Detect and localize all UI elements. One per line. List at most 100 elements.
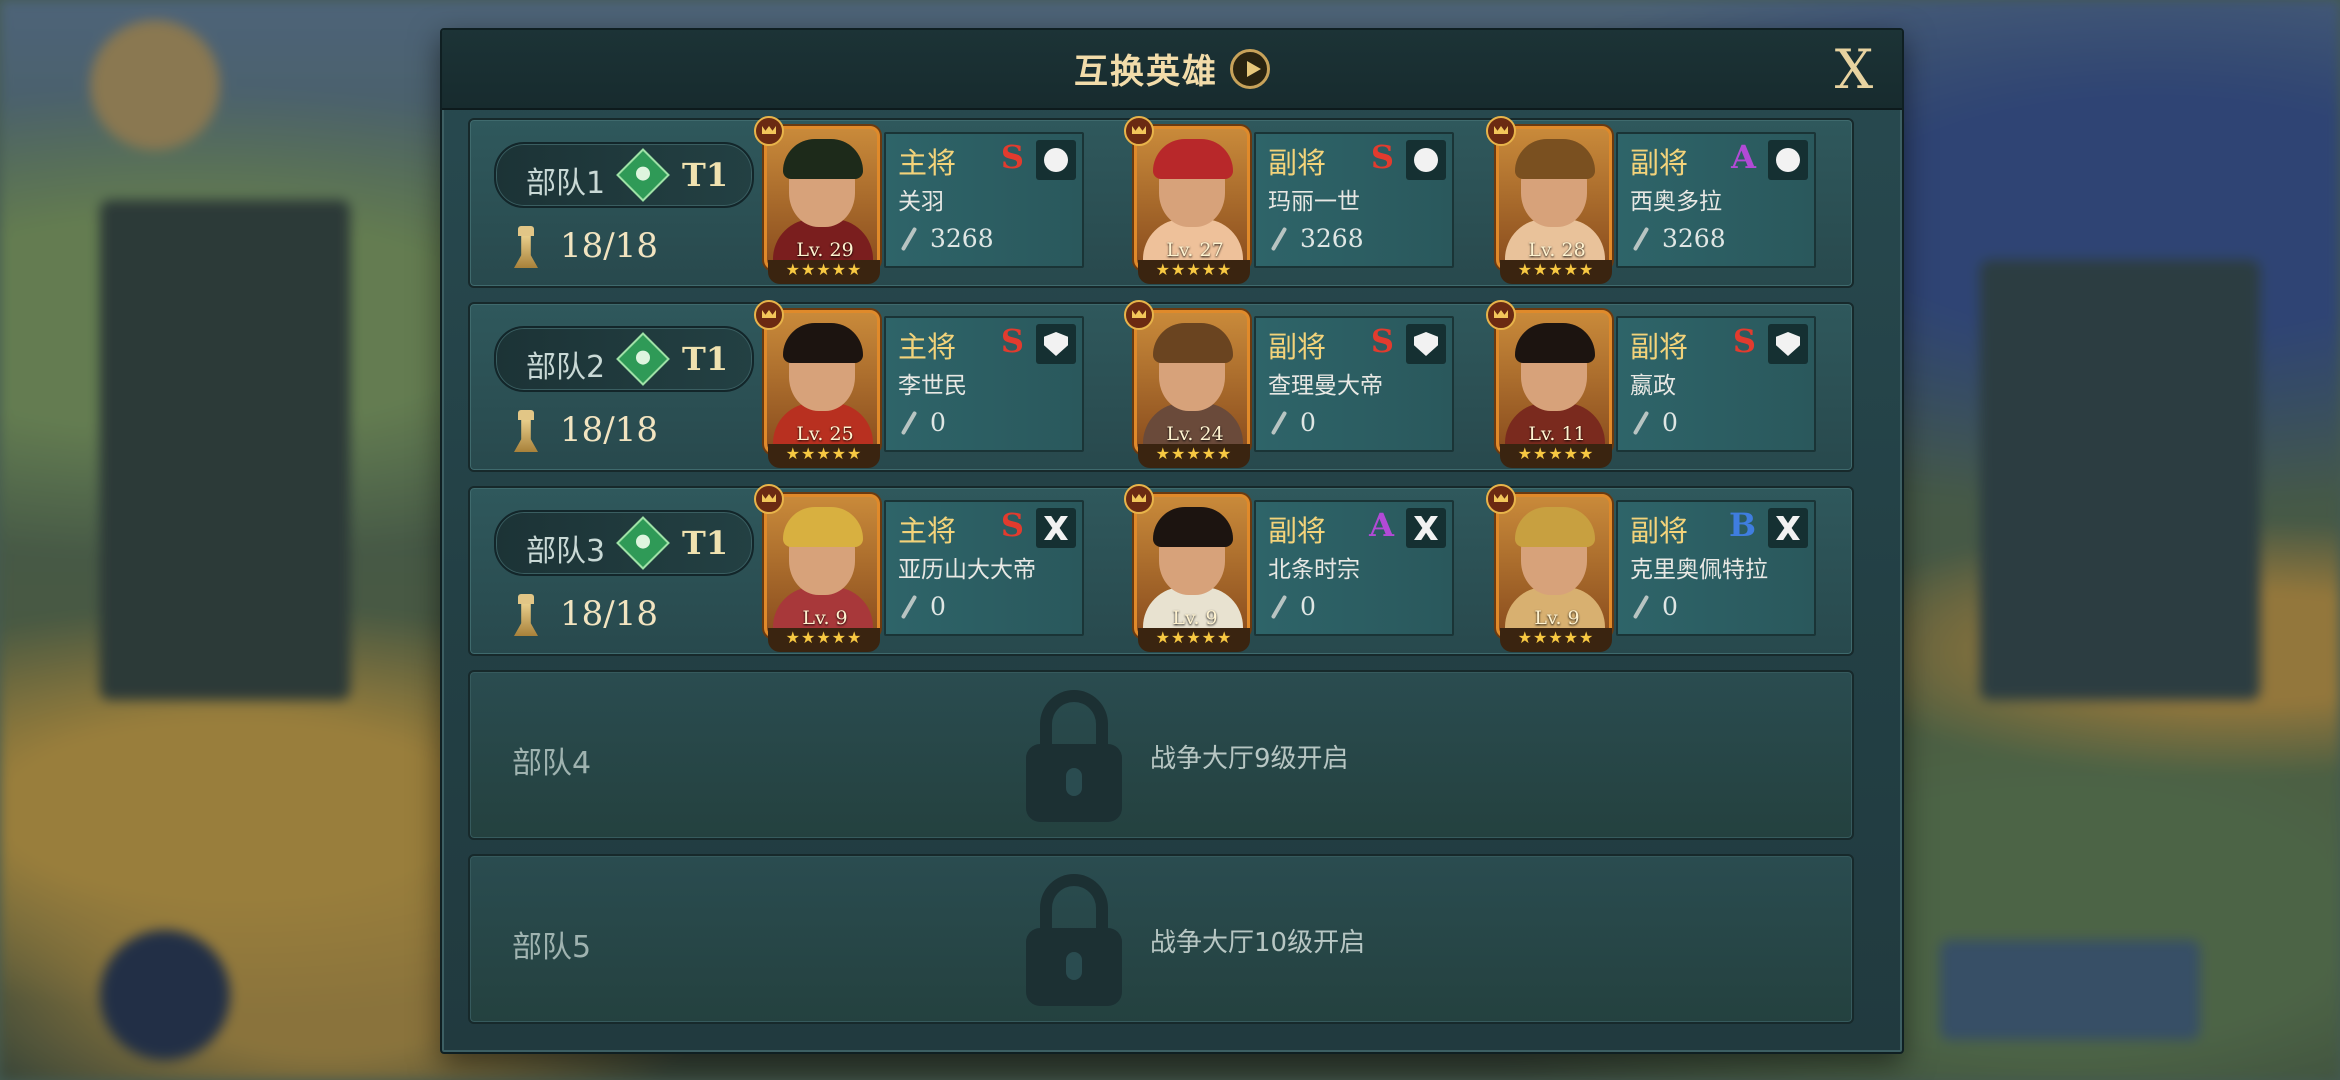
hero-card[interactable]: Lv. 9 ★★★★★ 副将 B 克里奥佩特拉 0: [1486, 484, 1816, 652]
troop-pawn-icon: [510, 226, 542, 270]
hero-portrait[interactable]: Lv. 29: [764, 126, 880, 270]
hero-stars: ★★★★★: [1138, 444, 1250, 468]
crown-icon: [1486, 116, 1516, 146]
hero-info-panel: 副将 S 玛丽一世 3268: [1254, 132, 1454, 268]
hero-card[interactable]: Lv. 29 ★★★★★ 主将 S 关羽 3268: [754, 116, 1084, 284]
hero-card[interactable]: Lv. 25 ★★★★★ 主将 S 李世民 0: [754, 300, 1084, 468]
swap-heroes-dialog: 互换英雄 X 部队1 T1 18/18 Lv. 29 ★★★★★ 主将 S 关羽…: [440, 28, 1904, 1054]
hero-card[interactable]: Lv. 24 ★★★★★ 副将 S 查理曼大帝 0: [1124, 300, 1454, 468]
hero-portrait[interactable]: Lv. 25: [764, 310, 880, 454]
hero-hair: [783, 139, 863, 179]
squad-row-1[interactable]: 部队1 T1 18/18 Lv. 29 ★★★★★ 主将 S 关羽 3268 L…: [468, 116, 1854, 288]
sword-icon: [1270, 410, 1288, 438]
squad-label: 部队3 T1: [494, 510, 754, 576]
hero-card[interactable]: Lv. 9 ★★★★★ 副将 A 北条时宗 0: [1124, 484, 1454, 652]
hero-stars: ★★★★★: [1500, 628, 1612, 652]
hero-grade: S: [1370, 322, 1394, 360]
hero-info-panel: 副将 S 嬴政 0: [1616, 316, 1816, 452]
unlock-requirement: 战争大厅9级开启: [1150, 744, 1349, 774]
hero-name: 关羽: [898, 189, 944, 215]
sword-icon: [1632, 410, 1650, 438]
troop-tier: T1: [682, 524, 729, 562]
hero-grade: S: [1000, 506, 1024, 544]
hero-name: 嬴政: [1630, 373, 1676, 399]
crown-icon: [1124, 484, 1154, 514]
hero-level: Lv. 9: [1172, 607, 1218, 629]
dialog-title-bar: 互换英雄 X: [442, 30, 1902, 110]
sword-icon: [1632, 594, 1650, 622]
hero-level: Lv. 9: [1534, 607, 1580, 629]
hero-grade: A: [1369, 506, 1394, 544]
hero-level: Lv. 25: [796, 423, 854, 445]
hero-hair: [1515, 139, 1595, 179]
troop-pawn-icon: [510, 594, 542, 638]
squad-name: 部队2: [526, 350, 606, 385]
troop-type-icon: [616, 516, 670, 570]
sword-icon: [1632, 226, 1650, 254]
lock-icon: [1026, 874, 1122, 1006]
hero-portrait[interactable]: Lv. 28: [1496, 126, 1612, 270]
hero-power: 3268: [1300, 224, 1364, 253]
hero-stars: ★★★★★: [768, 260, 880, 284]
hero-role: 副将: [1268, 146, 1327, 180]
hero-portrait[interactable]: Lv. 11: [1496, 310, 1612, 454]
hero-grade: S: [1000, 322, 1024, 360]
hero-portrait[interactable]: Lv. 27: [1134, 126, 1250, 270]
hero-hair: [1153, 139, 1233, 179]
hero-level: Lv. 11: [1528, 423, 1586, 445]
archer-icon: [1768, 508, 1808, 548]
hero-role: 副将: [1630, 514, 1689, 548]
locked-squad-name: 部队4: [512, 746, 592, 781]
hero-card[interactable]: Lv. 11 ★★★★★ 副将 S 嬴政 0: [1486, 300, 1816, 468]
troop-tier: T1: [682, 156, 729, 194]
troop-type-icon: [616, 332, 670, 386]
troop-type-icon: [616, 148, 670, 202]
hero-info-panel: 副将 A 西奥多拉 3268: [1616, 132, 1816, 268]
cavalry-icon: [1768, 140, 1808, 180]
hero-level: Lv. 9: [802, 607, 848, 629]
sword-icon: [1270, 226, 1288, 254]
hero-name: 查理曼大帝: [1268, 373, 1383, 399]
close-button[interactable]: X: [1826, 42, 1882, 98]
hero-grade: S: [1732, 322, 1756, 360]
squad-row-2[interactable]: 部队2 T1 18/18 Lv. 25 ★★★★★ 主将 S 李世民 0 Lv.…: [468, 300, 1854, 472]
archer-icon: [1036, 508, 1076, 548]
hero-portrait[interactable]: Lv. 9: [764, 494, 880, 638]
squad-row-3[interactable]: 部队3 T1 18/18 Lv. 9 ★★★★★ 主将 S 亚历山大大帝 0 L…: [468, 484, 1854, 656]
hero-level: Lv. 27: [1166, 239, 1224, 261]
hero-info-panel: 主将 S 关羽 3268: [884, 132, 1084, 268]
hero-info-panel: 副将 B 克里奥佩特拉 0: [1616, 500, 1816, 636]
hero-role: 副将: [1630, 330, 1689, 364]
hero-role: 主将: [898, 330, 957, 364]
hero-level: Lv. 29: [796, 239, 854, 261]
hero-card[interactable]: Lv. 28 ★★★★★ 副将 A 西奥多拉 3268: [1486, 116, 1816, 284]
crown-icon: [1124, 300, 1154, 330]
hero-portrait[interactable]: Lv. 24: [1134, 310, 1250, 454]
hero-hair: [1153, 507, 1233, 547]
hero-info-panel: 副将 A 北条时宗 0: [1254, 500, 1454, 636]
info-play-icon[interactable]: [1230, 48, 1270, 89]
hero-name: 李世民: [898, 373, 967, 399]
hero-stars: ★★★★★: [1138, 260, 1250, 284]
squad-label: 部队1 T1: [494, 142, 754, 208]
hero-hair: [1515, 323, 1595, 363]
hero-stars: ★★★★★: [1500, 444, 1612, 468]
hero-grade: B: [1728, 506, 1756, 544]
hero-name: 北条时宗: [1268, 557, 1360, 583]
hero-portrait[interactable]: Lv. 9: [1496, 494, 1612, 638]
infantry-icon: [1768, 324, 1808, 364]
hero-stars: ★★★★★: [1138, 628, 1250, 652]
hero-stars: ★★★★★: [1500, 260, 1612, 284]
crown-icon: [754, 300, 784, 330]
hero-power: 0: [1662, 408, 1678, 437]
hero-card[interactable]: Lv. 27 ★★★★★ 副将 S 玛丽一世 3268: [1124, 116, 1454, 284]
hero-card[interactable]: Lv. 9 ★★★★★ 主将 S 亚历山大大帝 0: [754, 484, 1084, 652]
cavalry-icon: [1036, 140, 1076, 180]
hero-role: 主将: [898, 514, 957, 548]
hero-info-panel: 主将 S 亚历山大大帝 0: [884, 500, 1084, 636]
hero-role: 副将: [1268, 330, 1327, 364]
hero-portrait[interactable]: Lv. 9: [1134, 494, 1250, 638]
crown-icon: [1486, 300, 1516, 330]
hero-power: 0: [930, 408, 946, 437]
squad-label: 部队2 T1: [494, 326, 754, 392]
